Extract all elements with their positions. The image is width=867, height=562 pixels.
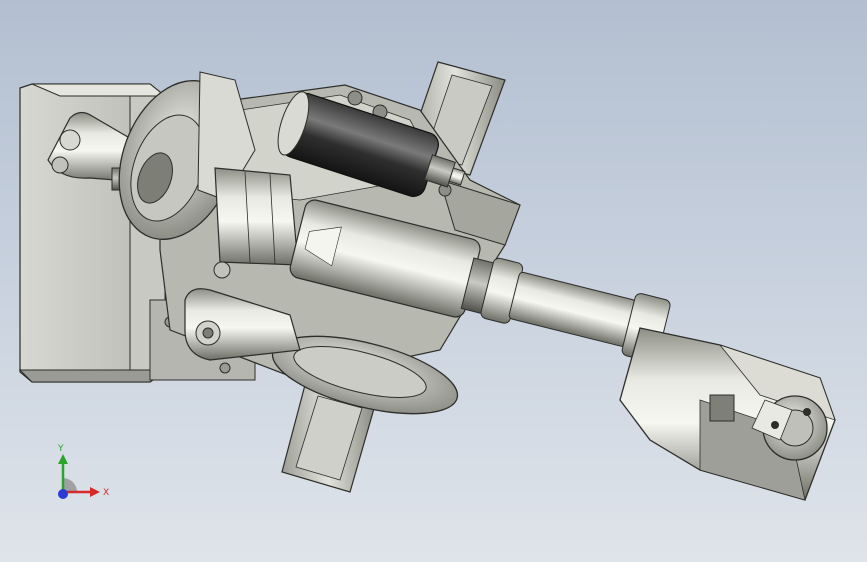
x-axis-label: X	[103, 488, 109, 498]
coordinate-triad: Y X	[57, 444, 109, 499]
z-axis-dot-icon	[58, 489, 68, 499]
y-axis-label: Y	[57, 444, 64, 454]
gearbox-block[interactable]	[213, 167, 299, 279]
cad-viewport[interactable]: Y X	[0, 0, 867, 562]
robot-arm-model[interactable]	[0, 0, 867, 562]
